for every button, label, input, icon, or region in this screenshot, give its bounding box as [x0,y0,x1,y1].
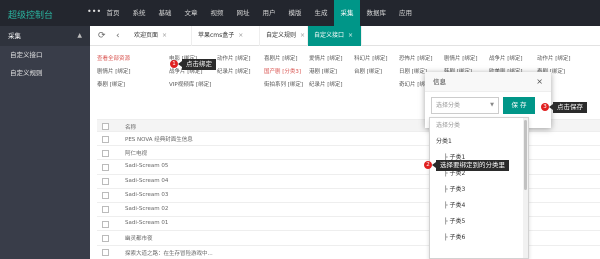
tab-welcome[interactable]: 欢迎页面 × [128,26,192,46]
save-button[interactable]: 保 存 [503,97,535,114]
category-bind-link[interactable]: 爱情片 [绑定] [309,54,343,62]
nav-item-video[interactable]: 视频 [204,0,230,26]
row-name[interactable]: Sadi-Scream 05 [125,163,168,169]
row-checkbox[interactable] [102,220,109,228]
top-header: 超级控制台 ••• 首页 系统 基础 文章 视频 网址 用户 模版 生成 采集 … [0,0,600,26]
annotation-callout-2: 选择要绑定到的分类里 [432,159,509,171]
row-checkbox[interactable] [102,234,109,242]
select-all-checkbox[interactable] [102,122,109,130]
row-name[interactable]: Sadi-Scream 04 [125,178,168,184]
nav-item-template[interactable]: 模版 [282,0,308,26]
annotation-badge-2: 2 [424,161,432,169]
category-bind-link[interactable]: 动作片 [绑定] [537,54,571,62]
category-bind-link[interactable]: 泰剧 [绑定] [97,80,125,88]
category-bind-link[interactable]: 喜剧片 [绑定] [264,54,298,62]
category-select[interactable]: 选择分类 ▼ [431,97,499,114]
category-bind-link[interactable]: 日剧 [绑定] [399,67,427,75]
row-name[interactable]: Sadi-Scream 01 [125,220,168,226]
row-name[interactable]: Sadi-Scream 03 [125,192,168,198]
annotation-callout-1: 点击绑定 [178,58,216,70]
row-name[interactable]: 幽灵都市夜 [125,234,153,242]
sidebar-item-custom-api[interactable]: 自定义接口 [0,46,90,64]
sidebar-section-label: 采集 [8,32,21,40]
chevron-left-icon[interactable]: ‹ [116,26,120,46]
tab-apple-cms-box[interactable]: 苹果cms盒子 × [192,26,260,46]
category-bind-link[interactable]: 港剧 [绑定] [309,67,337,75]
nav-item-apps[interactable]: 应用 [393,0,419,26]
dropdown-option[interactable]: 选择分类 [430,118,528,134]
row-checkbox[interactable] [102,163,109,171]
dropdown-option[interactable]: ├ 子类3 [430,182,528,198]
row-checkbox[interactable] [102,135,109,143]
scrollbar-thumb[interactable] [524,120,527,190]
category-bind-link[interactable]: 台剧 [绑定] [354,67,382,75]
row-checkbox[interactable] [102,249,109,256]
top-nav: 首页 系统 基础 文章 视频 网址 用户 模版 生成 采集 数据库 应用 [100,0,419,26]
tab-custom-rules[interactable]: 自定义规则 × [260,26,308,46]
category-bind-link[interactable]: VIP视频库 [绑定] [169,80,211,88]
nav-item-basic[interactable]: 基础 [152,0,178,26]
sidebar: 采集 ▲ 自定义接口 自定义规则 [0,26,90,259]
nav-item-article[interactable]: 文章 [178,0,204,26]
sidebar-section-collect[interactable]: 采集 ▲ [0,26,90,46]
tab-custom-api[interactable]: 自定义接口 × [308,26,362,46]
nav-item-system[interactable]: 系统 [126,0,152,26]
row-checkbox[interactable] [102,149,109,157]
close-icon[interactable]: × [238,32,243,39]
nav-item-collect[interactable]: 采集 [334,0,360,26]
category-bound-link[interactable]: 国产剧 [分类3] [264,67,301,75]
category-bind-link[interactable]: 科幻片 [绑定] [354,54,388,62]
refresh-icon[interactable]: ⟳ [98,26,106,46]
dialog-title: 信息 [433,78,446,86]
sidebar-item-custom-rules[interactable]: 自定义规则 [0,64,90,82]
tab-label: 自定义接口 [314,32,345,39]
row-checkbox[interactable] [102,178,109,186]
tab-bar: ⟳ ‹ 欢迎页面 × 苹果cms盒子 × 自定义规则 × 自定义接口 × [90,26,600,46]
category-bind-link[interactable]: 街拍系列 [绑定] [264,80,303,88]
category-bind-link[interactable]: 纪录片 [绑定] [309,80,343,88]
row-checkbox[interactable] [102,206,109,214]
row-name[interactable]: 阿仁电视 [125,149,147,157]
category-bind-link[interactable]: 战争片 [绑定] [489,54,523,62]
caret-down-icon: ▼ [490,102,494,108]
row-name[interactable]: Sadi-Scream 02 [125,206,168,212]
nav-item-database[interactable]: 数据库 [360,0,393,26]
dropdown-option[interactable]: ├ 子类4 [430,198,528,214]
annotation-callout-3: 点击保存 [549,101,587,113]
category-bind-link[interactable]: 剧情片 [绑定] [97,67,131,75]
column-header-name: 名称 [125,125,137,131]
close-icon[interactable]: × [162,32,167,39]
category-bind-link[interactable]: 纪录片 [绑定] [217,67,251,75]
view-all-resources-link[interactable]: 查看全部资源 [97,54,130,62]
close-icon[interactable]: × [300,32,305,39]
dropdown-option[interactable]: ├ 子类6 [430,230,528,246]
close-icon[interactable]: × [536,72,543,92]
dropdown-option[interactable]: ├ 子类5 [430,214,528,230]
category-bind-link[interactable]: 动作片 [绑定] [217,54,251,62]
tab-label: 自定义规则 [266,32,297,39]
nav-item-user[interactable]: 用户 [256,0,282,26]
dialog-header: 信息 × [425,72,551,92]
nav-item-generate[interactable]: 生成 [308,0,334,26]
category-dropdown-list: 选择分类 分类1 ├ 子类1 ├ 子类2 ├ 子类3 ├ 子类4 ├ 子类5 ├… [429,117,529,259]
row-name[interactable]: 探索大道之路：在生存冒险游戏中... [125,249,213,257]
annotation-badge-1: 1 [170,60,178,68]
tab-label: 欢迎页面 [134,32,159,39]
row-name[interactable]: PES NOVA 经典封面生信息 [125,135,193,143]
row-checkbox[interactable] [102,192,109,200]
category-select-value: 选择分类 [436,102,461,109]
nav-item-home[interactable]: 首页 [100,0,126,26]
nav-item-website[interactable]: 网址 [230,0,256,26]
chevron-up-icon: ▲ [77,32,82,39]
dropdown-option[interactable]: 分类1 [430,134,528,150]
dropdown-scrollbar[interactable] [523,118,528,258]
category-bind-link[interactable]: 剧情片 [绑定] [444,54,478,62]
tab-label: 苹果cms盒子 [198,32,235,39]
brand-title[interactable]: 超级控制台 [8,8,53,21]
close-icon[interactable]: × [348,32,353,39]
annotation-badge-3: 3 [541,103,549,111]
category-bind-link[interactable]: 恐怖片 [绑定] [399,54,433,62]
